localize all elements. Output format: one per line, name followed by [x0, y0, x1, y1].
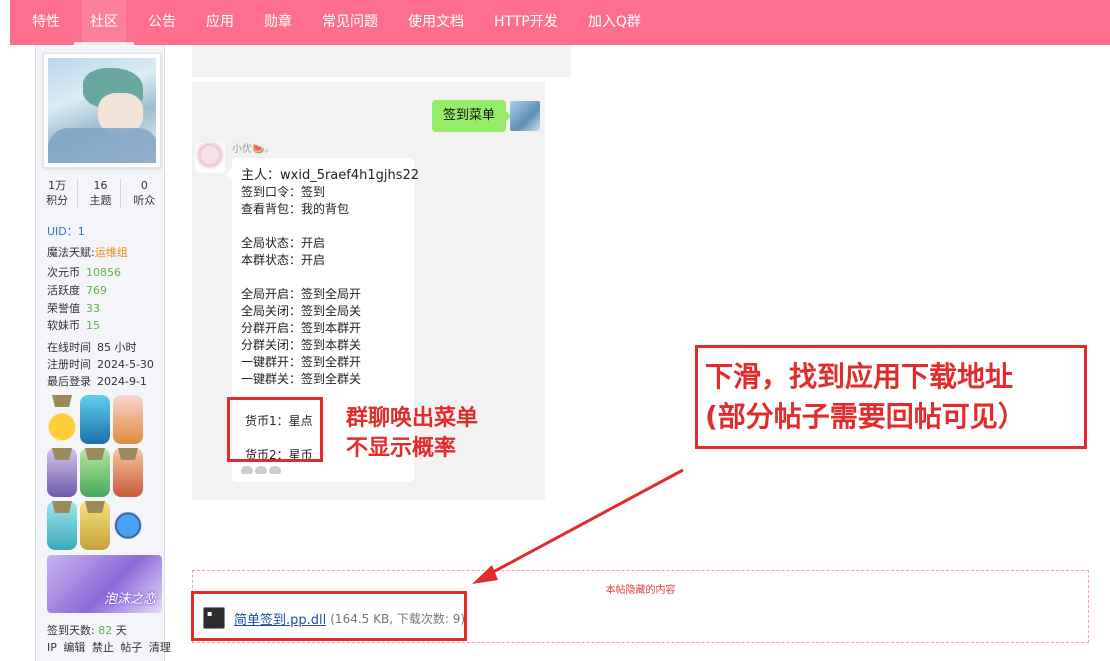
menu-line: 全局开启：签到全局开 — [241, 287, 362, 301]
medal-icon[interactable] — [113, 395, 143, 444]
bot-name: 小优🍉。 — [232, 144, 275, 155]
action-posts[interactable]: 帖子 — [120, 641, 142, 654]
action-edit[interactable]: 编辑 — [63, 641, 85, 654]
user-stats: 1万 积分 16 主题 0 听众 — [36, 178, 166, 208]
medal-icon[interactable] — [113, 501, 143, 550]
menu-line: 签到口令：签到 — [241, 185, 326, 199]
medal-banner[interactable]: 泡沫之恋 — [47, 555, 162, 613]
author-profile-column: 1万 积分 16 主题 0 听众 UID：1 魔法天赋:运维组 次元币 10856… — [35, 45, 171, 661]
medal-icon[interactable] — [113, 448, 143, 497]
action-ip[interactable]: IP — [47, 641, 57, 654]
medal-icon[interactable] — [47, 501, 77, 550]
medal-icon[interactable] — [80, 448, 110, 497]
user-avatar[interactable] — [43, 53, 161, 168]
nav-announcements[interactable]: 公告 — [148, 0, 176, 45]
top-navigation: 特性 社区 公告 应用 勋章 常见问题 使用文档 HTTP开发 加入Q群 — [10, 0, 1110, 45]
nav-docs[interactable]: 使用文档 — [408, 0, 464, 45]
nav-faq[interactable]: 常见问题 — [322, 0, 378, 45]
sent-message-bubble: 签到菜单 — [432, 100, 512, 132]
menu-line: 一键群开：签到全群开 — [241, 355, 362, 369]
medal-icon[interactable] — [80, 395, 110, 444]
menu-line: 分群开启：签到本群开 — [241, 321, 362, 335]
soft-currency-row: 软妹币 15 — [47, 319, 100, 332]
menu-callout: 群聊唤出菜单 不显示概率 — [346, 406, 479, 461]
menu-line: 主人：wxid_5raef4h1gjhs22 — [241, 168, 420, 183]
previous-screenshot-strip — [192, 45, 571, 77]
menu-line — [241, 269, 405, 286]
download-callout: 下滑，找到应用下载地址 (部分帖子需要回帖可见） — [705, 360, 1026, 433]
emoji-icon — [241, 466, 405, 474]
nav-apps[interactable]: 应用 — [206, 0, 234, 45]
menu-line: 全局关闭：签到全局关 — [241, 304, 362, 318]
menu-line: 本群状态：开启 — [241, 253, 326, 267]
register-time-row: 注册时间 2024-5-30 — [47, 358, 154, 371]
menu-line: 全局状态：开启 — [241, 236, 326, 250]
menu-line — [241, 218, 405, 235]
action-ban[interactable]: 禁止 — [92, 641, 114, 654]
stat-topics[interactable]: 16 主题 — [81, 178, 121, 208]
medal-icon[interactable] — [47, 395, 77, 444]
menu-line: 分群关闭：签到本群关 — [241, 338, 362, 352]
nav-features[interactable]: 特性 — [32, 0, 60, 45]
bot-avatar — [195, 143, 225, 173]
sender-avatar — [510, 101, 540, 131]
currency-row: 次元币 10856 — [47, 266, 121, 279]
nav-community[interactable]: 社区 — [74, 0, 134, 45]
currency-highlight-box — [227, 397, 323, 462]
medal-grid — [47, 395, 143, 550]
avatar-image — [48, 58, 156, 163]
uid-row: UID：1 — [47, 225, 85, 238]
nav-medals[interactable]: 勋章 — [264, 0, 292, 45]
action-clean[interactable]: 清理 — [149, 641, 171, 654]
menu-line: 一键群关：签到全群关 — [241, 372, 362, 386]
online-time-row: 在线时间 85 小时 — [47, 341, 137, 354]
moderation-actions: IP 编辑 禁止 帖子 清理 — [47, 640, 174, 656]
medal-icon[interactable] — [47, 448, 77, 497]
nav-join-qq-group[interactable]: 加入Q群 — [588, 0, 641, 45]
nav-http-dev[interactable]: HTTP开发 — [494, 0, 558, 45]
last-login-row: 最后登录 2024-9-1 — [47, 375, 147, 388]
menu-line: 查看背包：我的背包 — [241, 202, 350, 216]
activity-row: 活跃度 769 — [47, 284, 107, 297]
chat-screenshot: 签到菜单 小优🍉。 主人：wxid_5raef4h1gjhs22 签到口令：签到… — [192, 82, 545, 500]
talent-row: 魔法天赋:运维组 — [47, 246, 128, 259]
attachment-highlight-box — [191, 591, 467, 641]
medal-icon[interactable] — [80, 501, 110, 550]
stat-points[interactable]: 1万 积分 — [38, 178, 78, 208]
signin-days: 签到天数: 82 天 — [47, 624, 127, 637]
post-content: 签到菜单 小优🍉。 主人：wxid_5raef4h1gjhs22 签到口令：签到… — [177, 45, 1110, 661]
honor-row: 荣誉值 33 — [47, 302, 100, 315]
stat-followers[interactable]: 0 听众 — [124, 178, 164, 208]
